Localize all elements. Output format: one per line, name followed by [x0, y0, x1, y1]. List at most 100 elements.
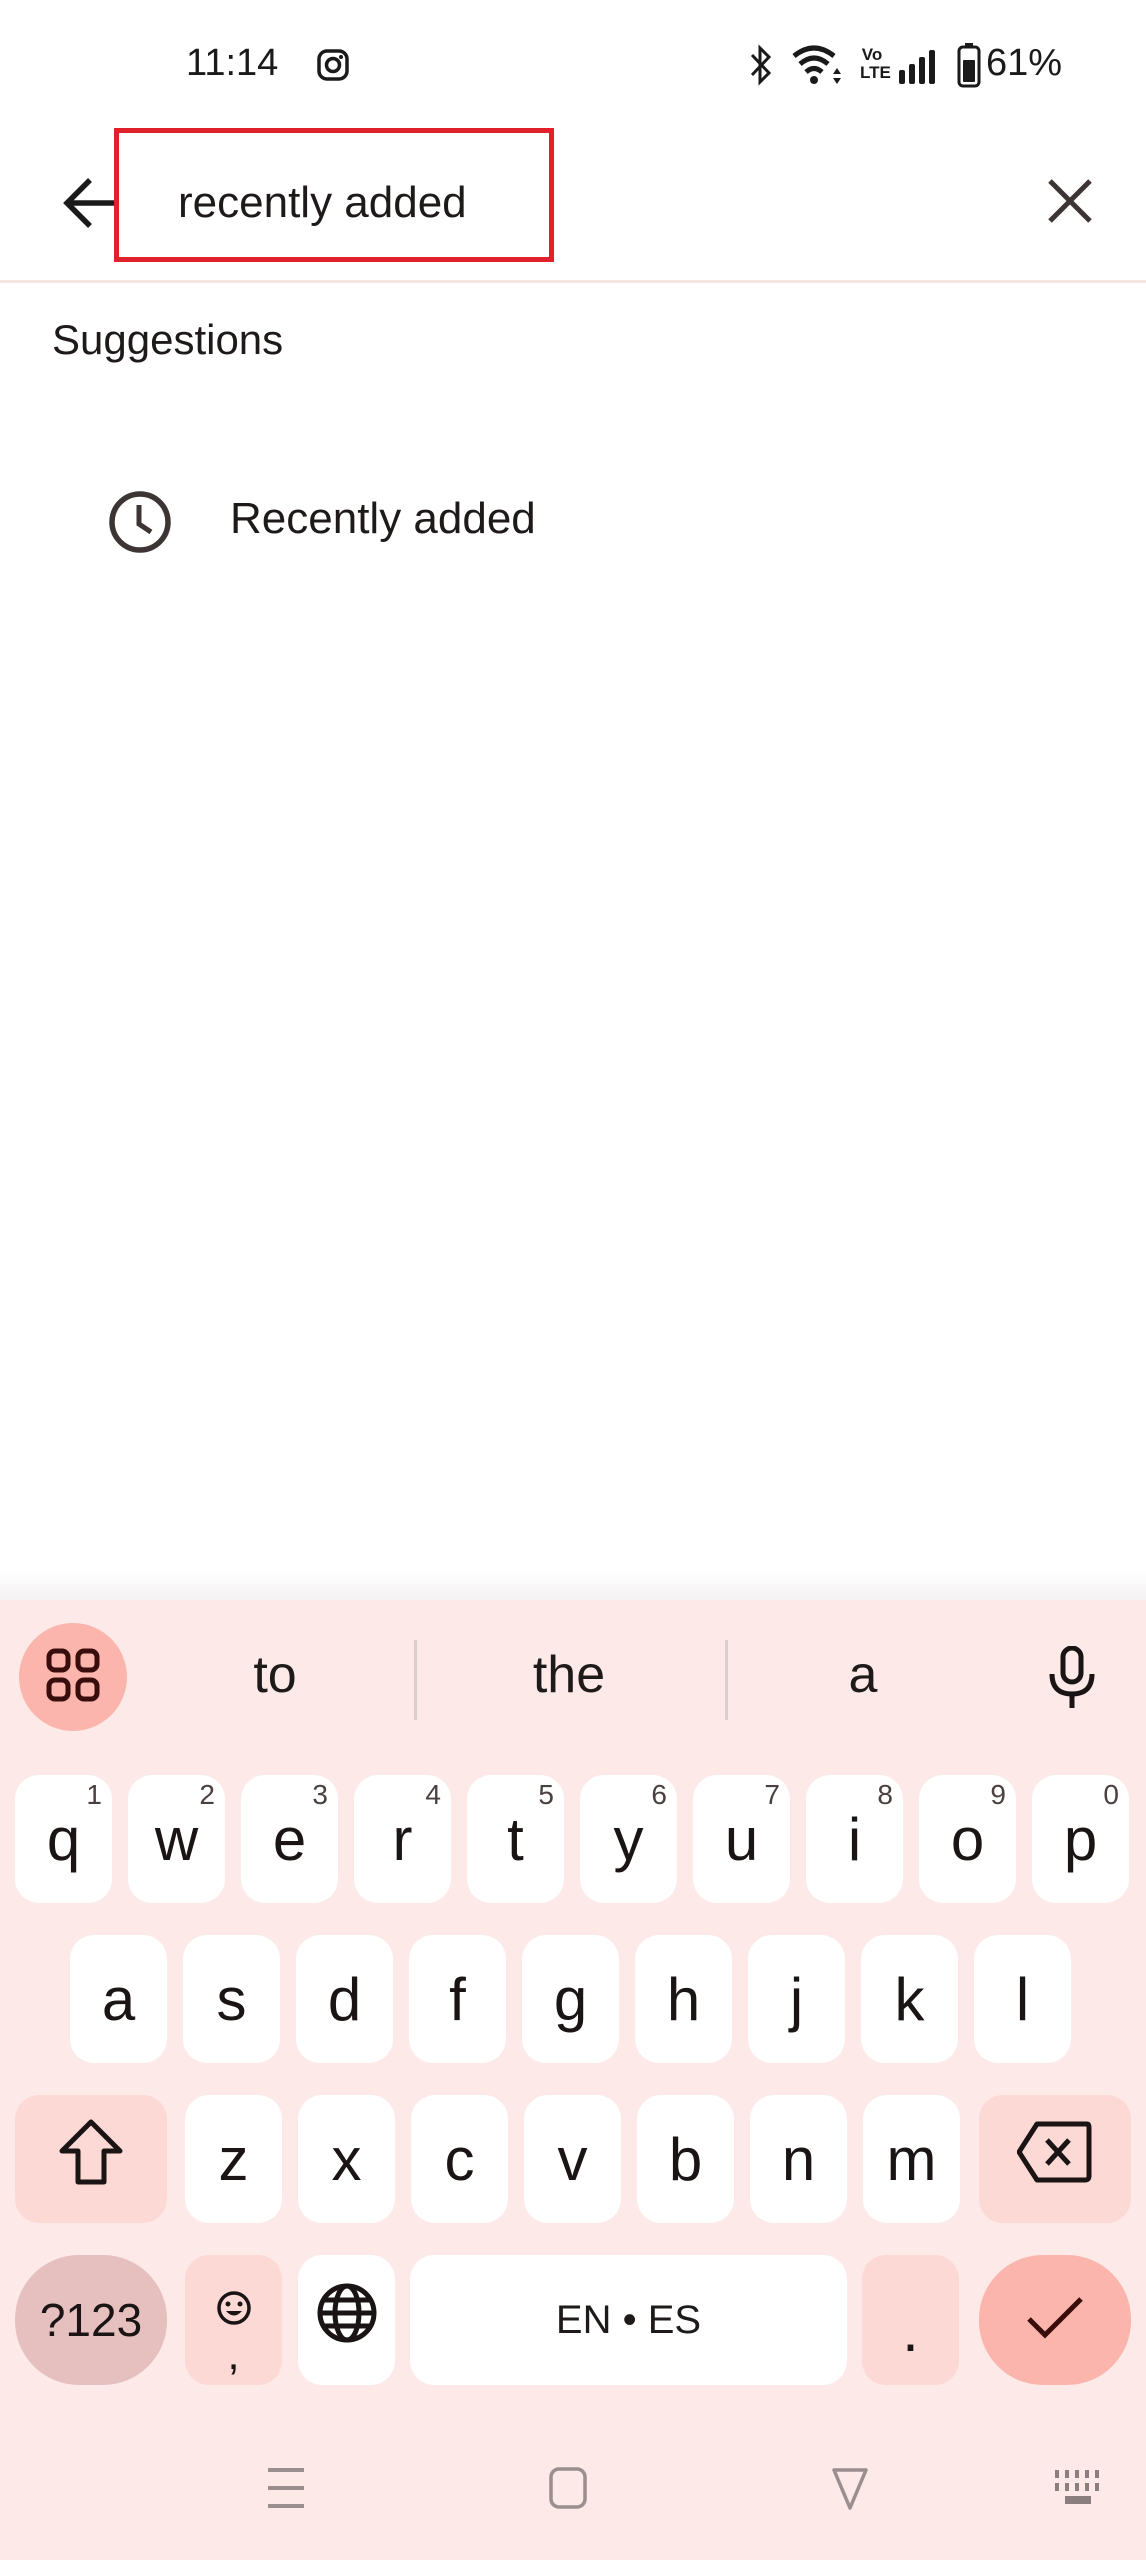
suggestion-label[interactable]: Recently added	[230, 494, 536, 544]
key-g[interactable]: g	[522, 1935, 619, 2063]
key-label: f	[449, 1965, 466, 2033]
key-label: q	[46, 1805, 81, 1873]
keyboard-menu-button[interactable]	[19, 1623, 127, 1731]
key-number-hint: 3	[312, 1779, 328, 1810]
symbols-key[interactable]: ?123	[15, 2255, 167, 2385]
battery-icon	[957, 42, 981, 88]
instagram-icon	[316, 48, 350, 82]
key-label: n	[781, 2125, 816, 2193]
key-number-hint: 1	[86, 1779, 102, 1810]
key-label: x	[331, 2125, 362, 2193]
recents-icon	[266, 2467, 306, 2514]
key-l[interactable]: l	[974, 1935, 1071, 2063]
arrow-left-icon	[62, 177, 118, 234]
keyboard-switch-button[interactable]	[1048, 2465, 1108, 2515]
key-label: h	[666, 1965, 701, 2033]
key-s[interactable]: s	[183, 1935, 280, 2063]
key-label: i	[847, 1805, 862, 1873]
key-o[interactable]: o9	[919, 1775, 1016, 1903]
key-label: k	[894, 1965, 925, 2033]
key-w[interactable]: w2	[128, 1775, 225, 1903]
key-y[interactable]: y6	[580, 1775, 677, 1903]
home-icon	[548, 2466, 588, 2515]
wifi-icon	[792, 44, 846, 86]
voice-input-button[interactable]	[1040, 1640, 1104, 1720]
checkmark-icon	[1025, 2286, 1085, 2355]
key-label: z	[218, 2125, 249, 2193]
candidate-word[interactable]: the	[469, 1645, 669, 1705]
key-label: v	[557, 2125, 588, 2193]
space-key-label: EN • ES	[555, 2297, 702, 2342]
history-clock-icon	[108, 490, 172, 554]
bluetooth-icon	[748, 44, 774, 86]
battery-percent: 61%	[986, 42, 1063, 84]
key-a[interactable]: a	[70, 1935, 167, 2063]
key-number-hint: 8	[877, 1779, 893, 1810]
key-label: y	[613, 1805, 644, 1873]
key-m[interactable]: m	[863, 2095, 960, 2223]
key-label: s	[216, 1965, 247, 2033]
shift-key[interactable]	[15, 2095, 167, 2223]
key-label: c	[444, 2125, 475, 2193]
volte-icon: Vo LTE	[860, 46, 891, 86]
back-triangle-icon	[830, 2466, 870, 2515]
key-j[interactable]: j	[748, 1935, 845, 2063]
language-switch-key[interactable]	[298, 2255, 395, 2385]
key-d[interactable]: d	[296, 1935, 393, 2063]
key-label: l	[1015, 1965, 1030, 2033]
key-number-hint: 2	[199, 1779, 215, 1810]
key-k[interactable]: k	[861, 1935, 958, 2063]
key-label: t	[507, 1805, 524, 1873]
comma-label: ,	[227, 2329, 240, 2379]
key-label: g	[553, 1965, 588, 2033]
key-h[interactable]: h	[635, 1935, 732, 2063]
key-label: d	[327, 1965, 362, 2033]
keyboard-switch-icon	[1053, 2468, 1103, 2513]
period-key[interactable]: .	[862, 2255, 959, 2385]
status-time: 11:14	[186, 42, 279, 84]
key-b[interactable]: b	[637, 2095, 734, 2223]
key-f[interactable]: f	[409, 1935, 506, 2063]
key-label: e	[272, 1805, 307, 1873]
home-button[interactable]	[538, 2465, 598, 2515]
key-label: m	[886, 2125, 937, 2193]
key-t[interactable]: t5	[467, 1775, 564, 1903]
key-label: j	[789, 1965, 804, 2033]
key-v[interactable]: v	[524, 2095, 621, 2223]
backspace-key[interactable]	[979, 2095, 1131, 2223]
globe-icon	[316, 2282, 378, 2358]
backspace-icon	[1016, 2120, 1093, 2198]
candidate-word[interactable]: to	[175, 1645, 375, 1705]
apps-grid-icon	[46, 1648, 100, 1707]
key-i[interactable]: i8	[806, 1775, 903, 1903]
key-r[interactable]: r4	[354, 1775, 451, 1903]
key-z[interactable]: z	[185, 2095, 282, 2223]
candidate-separator	[725, 1640, 728, 1720]
emoji-comma-key[interactable]: ,	[185, 2255, 282, 2385]
key-c[interactable]: c	[411, 2095, 508, 2223]
key-number-hint: 4	[425, 1779, 441, 1810]
search-input[interactable]: recently added	[178, 178, 467, 228]
key-number-hint: 9	[990, 1779, 1006, 1810]
back-nav-button[interactable]	[820, 2465, 880, 2515]
microphone-icon	[1047, 1645, 1097, 1715]
key-label: b	[668, 2125, 703, 2193]
key-label: p	[1063, 1805, 1098, 1873]
key-e[interactable]: e3	[241, 1775, 338, 1903]
key-label: r	[392, 1805, 413, 1873]
enter-key[interactable]	[979, 2255, 1131, 2385]
suggestions-heading: Suggestions	[52, 316, 284, 363]
key-label: o	[950, 1805, 985, 1873]
volte-label-bottom: LTE	[860, 63, 891, 82]
key-x[interactable]: x	[298, 2095, 395, 2223]
clear-search-button[interactable]	[1030, 163, 1110, 243]
key-q[interactable]: q1	[15, 1775, 112, 1903]
key-number-hint: 5	[538, 1779, 554, 1810]
key-n[interactable]: n	[750, 2095, 847, 2223]
key-u[interactable]: u7	[693, 1775, 790, 1903]
space-key[interactable]: EN • ES	[410, 2255, 847, 2385]
candidate-word[interactable]: a	[763, 1645, 963, 1705]
shift-icon	[58, 2118, 124, 2200]
key-p[interactable]: p0	[1032, 1775, 1129, 1903]
recents-button[interactable]	[256, 2465, 316, 2515]
